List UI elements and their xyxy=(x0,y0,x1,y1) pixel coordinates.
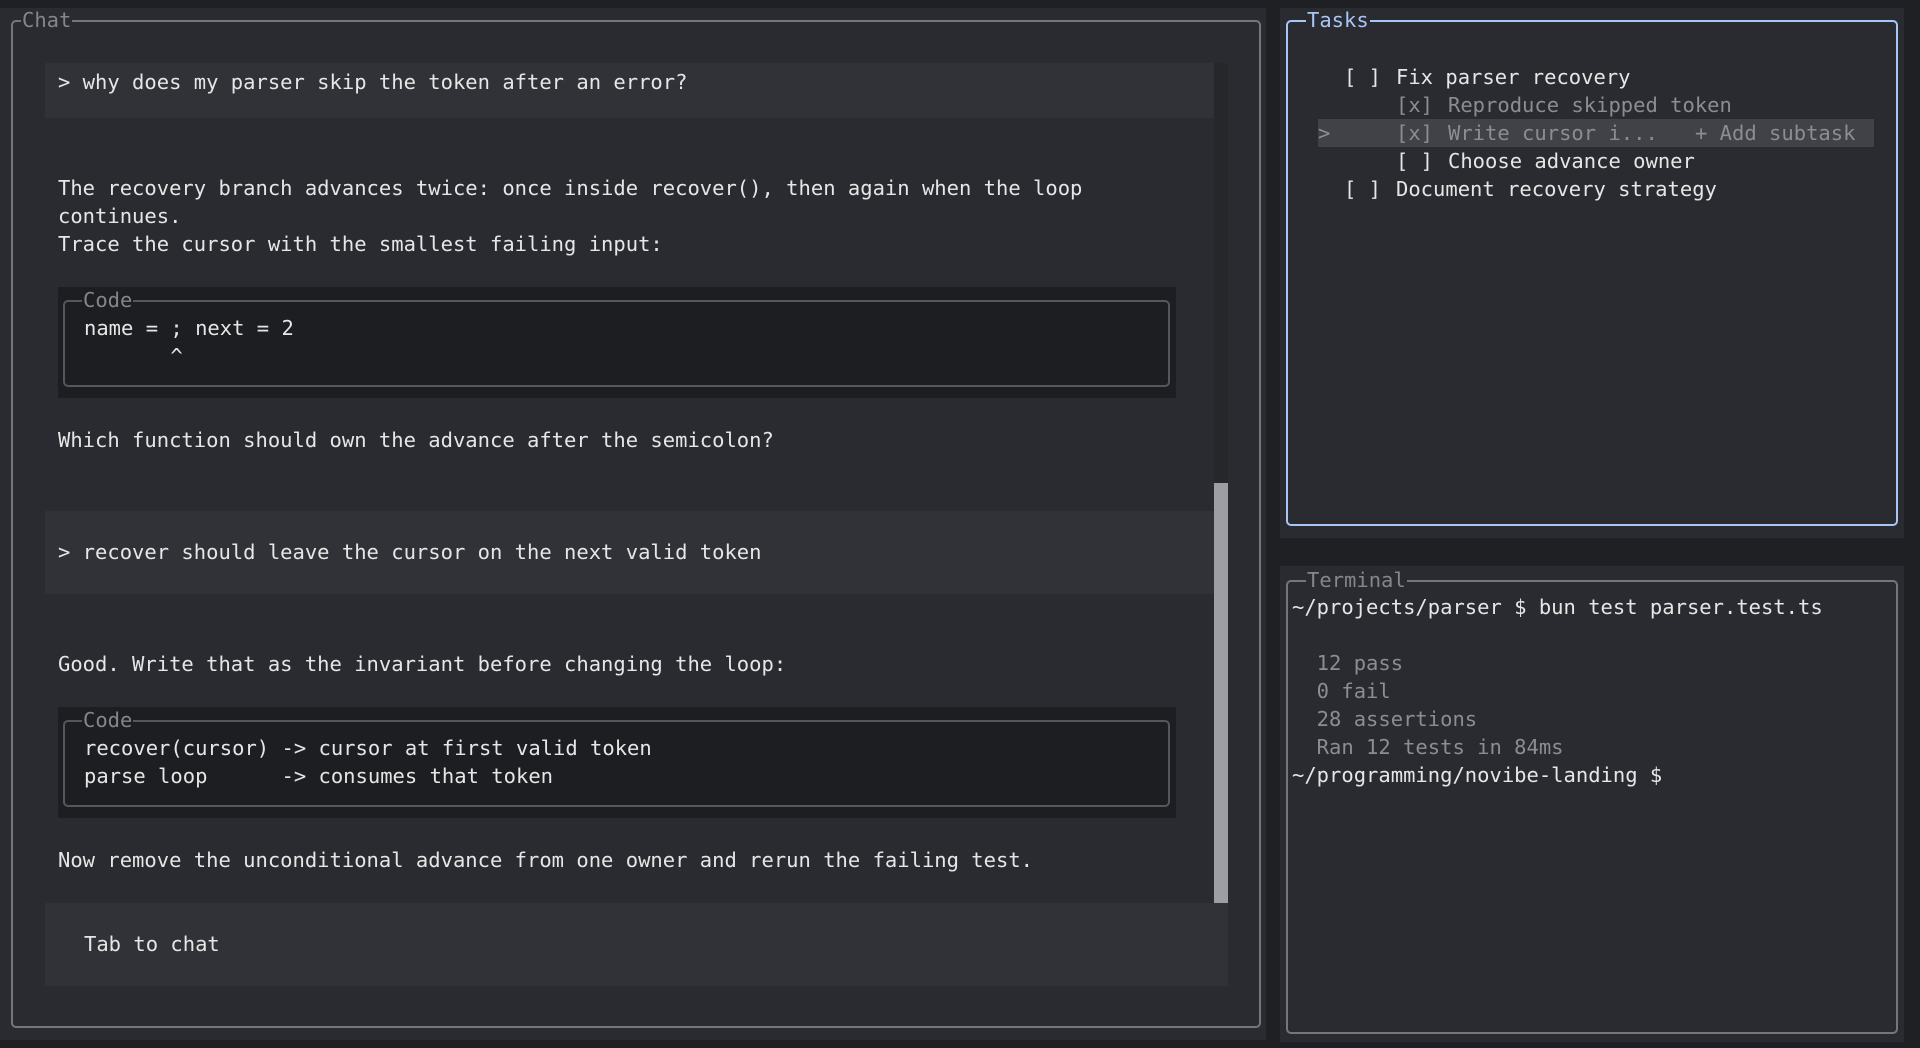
tasks-pane: Tasks [ ] Fix parser recovery [x] Reprod… xyxy=(1280,8,1904,538)
user-message: > why does my parser skip the token afte… xyxy=(45,63,1214,118)
task-item[interactable]: [ ] Document recovery strategy xyxy=(1318,175,1874,203)
assistant-message-line: continues. xyxy=(58,204,182,228)
user-message: > recover should leave the cursor on the… xyxy=(45,511,1214,594)
task-checkbox[interactable]: [ ] xyxy=(1344,175,1381,203)
terminal-pane[interactable]: Terminal ~/projects/parser $ bun test pa… xyxy=(1280,566,1904,1042)
task-label: Reproduce skipped token xyxy=(1448,93,1732,117)
chat-title: Chat xyxy=(21,8,73,32)
task-checkbox[interactable]: [ ] xyxy=(1396,147,1433,175)
chat-input[interactable]: Tab to chat xyxy=(45,903,1228,986)
chat-input-hint: Tab to chat xyxy=(84,932,220,956)
task-item[interactable]: [ ] Fix parser recovery xyxy=(1318,63,1874,91)
terminal-line: 0 fail xyxy=(1292,679,1391,703)
user-message-text: > why does my parser skip the token afte… xyxy=(58,70,688,94)
add-subtask-button[interactable]: + Add subtask xyxy=(1695,119,1855,147)
terminal-title: Terminal xyxy=(1306,568,1407,592)
task-item[interactable]: [ ] Choose advance owner xyxy=(1318,147,1874,175)
assistant-message-line: Now remove the unconditional advance fro… xyxy=(58,848,1034,872)
code-line: parse loop -> consumes that token xyxy=(84,764,553,788)
terminal-line: 12 pass xyxy=(1292,651,1404,675)
code-block: Code recover(cursor) -> cursor at first … xyxy=(58,707,1176,818)
assistant-message-line: Trace the cursor with the smallest faili… xyxy=(58,232,663,256)
task-checkbox[interactable]: [ ] xyxy=(1344,63,1381,91)
terminal-line: ~/programming/novibe-landing $ xyxy=(1292,763,1663,787)
task-cursor-marker: > xyxy=(1318,121,1331,145)
tasks-title: Tasks xyxy=(1306,8,1370,32)
assistant-message-line: Good. Write that as the invariant before… xyxy=(58,652,787,676)
task-label: Fix parser recovery xyxy=(1396,65,1631,89)
task-checkbox[interactable]: [x] xyxy=(1396,91,1433,119)
task-label: Write cursor i... xyxy=(1448,121,1658,145)
code-block-label: Code xyxy=(82,288,134,312)
terminal-line: 28 assertions xyxy=(1292,707,1478,731)
chat-scrollbar-track[interactable] xyxy=(1214,63,1228,903)
task-checkbox[interactable]: [x] xyxy=(1396,119,1433,147)
code-block: Code name = ; next = 2 ^ xyxy=(58,287,1176,398)
chat-pane: Chat > why does my parser skip the token… xyxy=(0,8,1266,1040)
code-block-label: Code xyxy=(82,708,134,732)
terminal-line: ~/projects/parser $ bun test parser.test… xyxy=(1292,595,1823,619)
terminal-line: Ran 12 tests in 84ms xyxy=(1292,735,1564,759)
task-item[interactable]: [x] Reproduce skipped token xyxy=(1318,91,1874,119)
code-line: name = ; next = 2 xyxy=(84,316,294,340)
chat-scrollbar-thumb[interactable] xyxy=(1214,483,1228,903)
task-label: Choose advance owner xyxy=(1448,149,1695,173)
user-message-text: > recover should leave the cursor on the… xyxy=(58,540,762,564)
task-item-selected[interactable]: > [x] Write cursor i... + Add subtask xyxy=(1318,119,1874,147)
assistant-message-line: The recovery branch advances twice: once… xyxy=(58,176,1083,200)
code-line: ^ xyxy=(84,344,183,368)
assistant-message-line: Which function should own the advance af… xyxy=(58,428,774,452)
task-label: Document recovery strategy xyxy=(1396,177,1717,201)
code-line: recover(cursor) -> cursor at first valid… xyxy=(84,736,652,760)
